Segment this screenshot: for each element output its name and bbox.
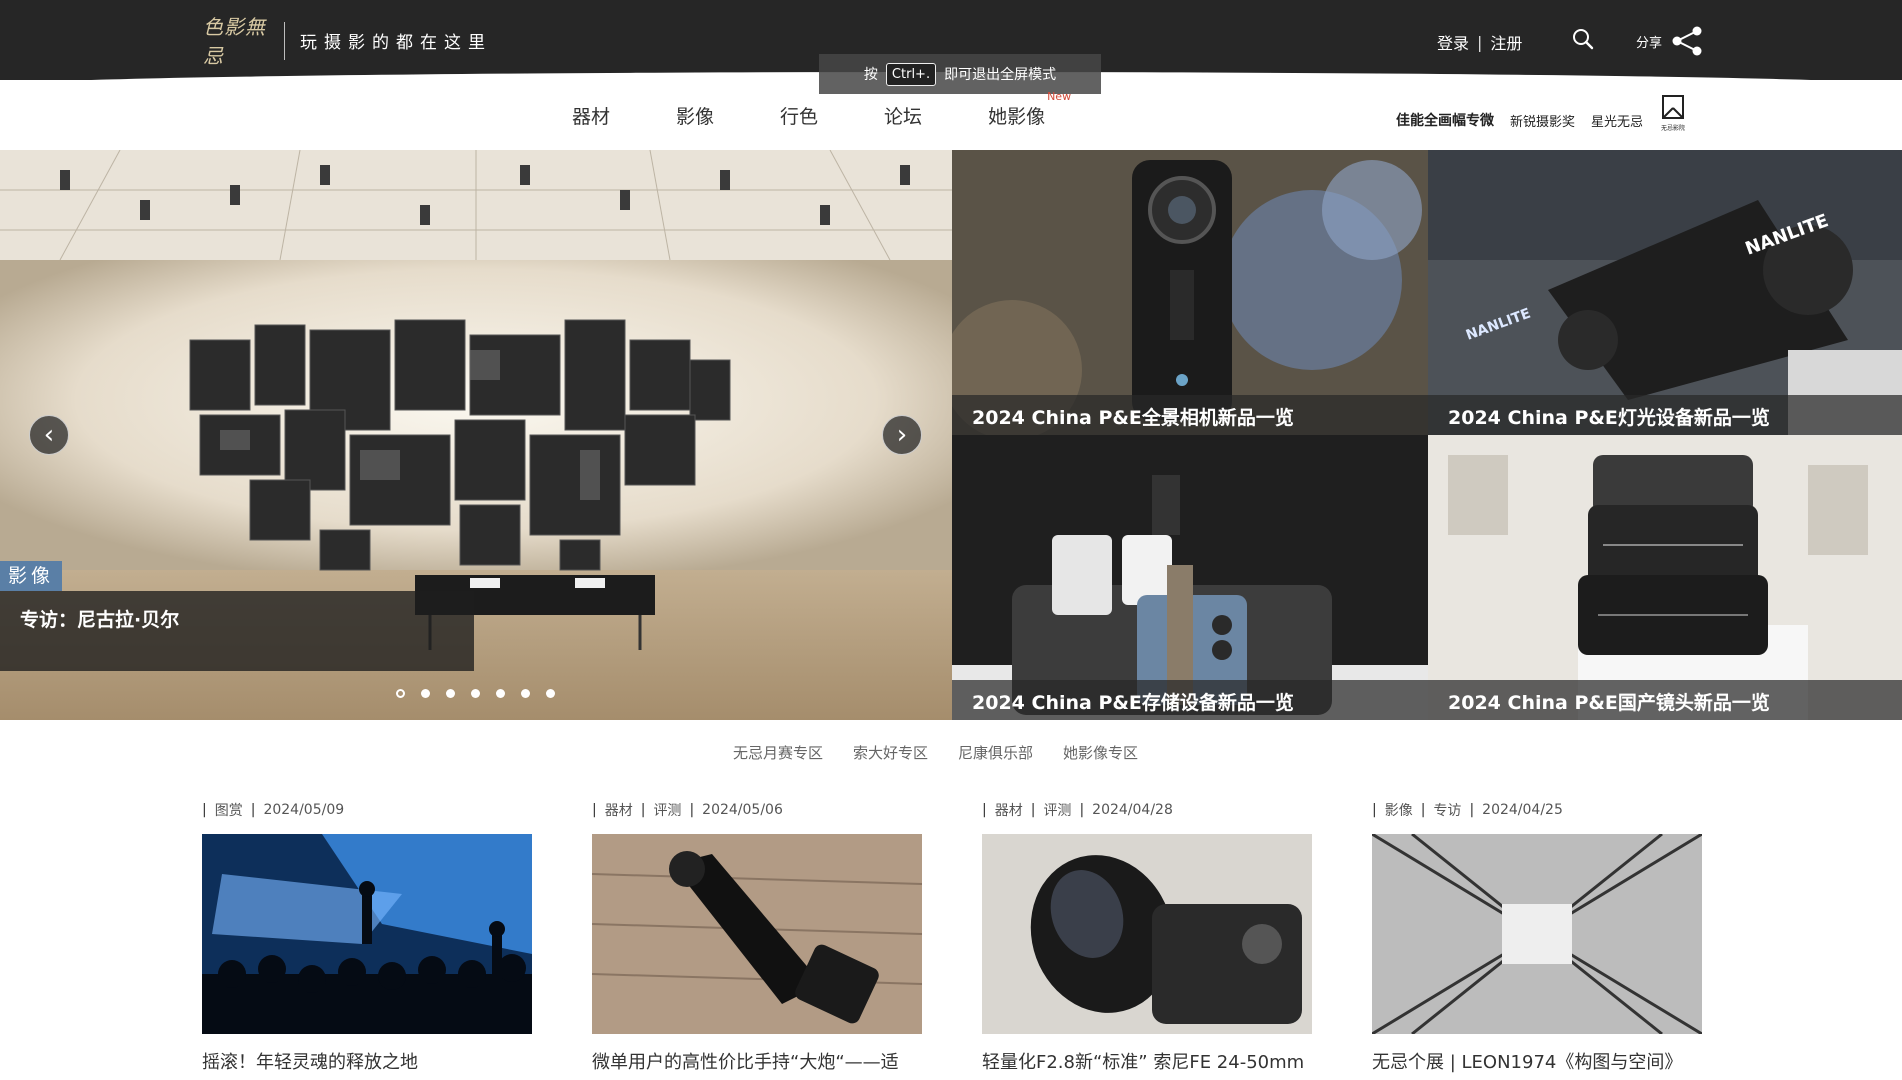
- tile-caption: 2024 China P&E存储设备新品一览: [952, 680, 1428, 720]
- article-tag[interactable]: 图赏: [215, 800, 243, 820]
- slider-dot[interactable]: [546, 689, 555, 698]
- article-date: 2024/04/28: [1092, 802, 1173, 818]
- partner-canon[interactable]: 佳能全画幅专微: [1396, 110, 1494, 130]
- article-title[interactable]: 轻量化F2.8新“标准” 索尼FE 24-50mm: [982, 1048, 1312, 1074]
- slider-dot[interactable]: [521, 689, 530, 698]
- chevron-left-icon: ‹: [43, 420, 55, 450]
- article-tag[interactable]: 影像: [1385, 800, 1413, 820]
- cinema-logo-text: 无忌影院: [1661, 124, 1685, 132]
- slider-dots: [396, 689, 555, 698]
- tile-image: [1428, 435, 1902, 720]
- fullscreen-tip-suffix: 即可退出全屏模式: [944, 67, 1057, 83]
- article-thumbnail[interactable]: [202, 834, 532, 1034]
- logo-divider: [284, 22, 285, 60]
- feature-tile-panorama-camera[interactable]: 2024 China P&E全景相机新品一览: [952, 150, 1428, 435]
- nav-item-her-imaging-label: 她影像: [988, 106, 1046, 128]
- article-tag[interactable]: 器材: [995, 800, 1023, 820]
- slider-dot[interactable]: [496, 689, 505, 698]
- slider-dot[interactable]: [446, 689, 455, 698]
- slider-dot[interactable]: [471, 689, 480, 698]
- account-links: 登录 | 注册: [1437, 30, 1522, 54]
- hero-category-tag[interactable]: 影像: [0, 561, 62, 591]
- tile-image: [952, 150, 1428, 435]
- fullscreen-tip-key: Ctrl+.: [885, 62, 937, 86]
- fullscreen-tip-prefix: 按: [863, 67, 878, 83]
- sublink-wuji-monthly[interactable]: 无忌月赛专区: [733, 742, 823, 763]
- article-tag[interactable]: 器材: [605, 800, 633, 820]
- tile-caption: 2024 China P&E灯光设备新品一览: [1428, 395, 1902, 435]
- register-link[interactable]: 注册: [1490, 30, 1522, 54]
- feature-tile-lighting[interactable]: NANLITE NANLITE 2024 China P&E灯光设备新品一览: [1428, 150, 1902, 435]
- article-meta: | 影像 | 专访 | 2024/04/25: [1372, 800, 1563, 820]
- sublink-nikon-club[interactable]: 尼康俱乐部: [958, 742, 1033, 763]
- sublink-her-imaging[interactable]: 她影像专区: [1063, 742, 1138, 763]
- tile-caption: 2024 China P&E国产镜头新品一览: [1428, 680, 1902, 720]
- article-meta: | 器材 | 评测 | 2024/04/28: [982, 800, 1173, 820]
- article-tag[interactable]: 评测: [1043, 800, 1071, 820]
- feature-tile-storage[interactable]: 2024 China P&E存储设备新品一览: [952, 435, 1428, 720]
- nav-item-forum[interactable]: 论坛: [884, 102, 922, 129]
- article-tag[interactable]: 专访: [1433, 800, 1461, 820]
- fullscreen-tip: 按 Ctrl+. 即可退出全屏模式: [819, 54, 1101, 94]
- feature-tile-lens[interactable]: 2024 China P&E国产镜头新品一览: [1428, 435, 1902, 720]
- article-date: 2024/05/09: [263, 802, 345, 818]
- cinema-logo-icon[interactable]: 无忌影院: [1659, 94, 1687, 134]
- new-badge: New: [1047, 90, 1072, 103]
- article-card[interactable]: | 器材 | 评测 | 2024/04/28 轻量化F2.8新“标准” 索尼FE…: [982, 800, 1312, 1074]
- nav-item-her-imaging[interactable]: 她影像 New: [988, 90, 1071, 129]
- hero-prev-button[interactable]: ‹: [29, 415, 69, 455]
- tile-caption: 2024 China P&E全景相机新品一览: [952, 395, 1428, 435]
- nav-item-equipment[interactable]: 器材: [572, 102, 610, 129]
- site-slogan: 玩摄影的都在这里: [300, 33, 492, 53]
- share-label: 分享: [1636, 35, 1663, 51]
- slider-dot[interactable]: [396, 689, 405, 698]
- account-separator: |: [1477, 32, 1483, 52]
- share-button[interactable]: 分享: [1636, 26, 1704, 56]
- article-tag[interactable]: 评测: [653, 800, 681, 820]
- partner-starlight[interactable]: 星光无忌: [1591, 111, 1643, 130]
- nav-item-travel[interactable]: 行色: [780, 102, 818, 129]
- article-card[interactable]: | 影像 | 专访 | 2024/04/25 无忌个展 | LEON1974《构…: [1372, 800, 1702, 1074]
- article-meta: | 器材 | 评测 | 2024/05/06: [592, 800, 783, 820]
- article-thumbnail[interactable]: [592, 834, 922, 1034]
- article-card[interactable]: | 器材 | 评测 | 2024/05/06 微单用户的高性价比手持“大炮“——…: [592, 800, 922, 1074]
- logo-text: 色影無忌: [203, 15, 266, 68]
- tile-image: NANLITE NANLITE: [1428, 150, 1902, 435]
- hero-next-button[interactable]: ›: [882, 415, 922, 455]
- chevron-right-icon: ›: [896, 420, 908, 450]
- slider-dot[interactable]: [421, 689, 430, 698]
- share-icon: [1672, 26, 1702, 56]
- article-card[interactable]: | 图赏 | 2024/05/09 摇滚！年轻灵魂的释放之地: [202, 800, 532, 1074]
- partner-links: 佳能全画幅专微 新锐摄影奖 星光无忌 无忌影院: [1396, 95, 1687, 134]
- search-icon[interactable]: [1572, 28, 1594, 50]
- article-thumbnail[interactable]: [1372, 834, 1702, 1034]
- article-thumbnail[interactable]: [982, 834, 1312, 1034]
- article-meta: | 图赏 | 2024/05/09: [202, 800, 345, 820]
- nav-item-imaging[interactable]: 影像: [676, 102, 714, 129]
- special-zone-links: 无忌月赛专区 索大好专区 尼康俱乐部 她影像专区: [733, 742, 1138, 763]
- article-title[interactable]: 摇滚！年轻灵魂的释放之地: [202, 1048, 532, 1074]
- article-date: 2024/04/25: [1482, 802, 1563, 818]
- site-logo[interactable]: 色影無忌: [203, 15, 271, 68]
- article-date: 2024/05/06: [702, 802, 783, 818]
- login-link[interactable]: 登录: [1437, 30, 1469, 54]
- sublink-sony-zone[interactable]: 索大好专区: [853, 742, 928, 763]
- article-title[interactable]: 微单用户的高性价比手持“大炮“——适: [592, 1048, 922, 1074]
- article-title[interactable]: 无忌个展 | LEON1974《构图与空间》: [1372, 1048, 1702, 1074]
- tile-image: [952, 435, 1428, 720]
- main-nav: 器材 影像 行色 论坛 她影像 New: [572, 90, 1111, 129]
- hero-caption[interactable]: 专访：尼古拉·贝尔: [0, 591, 474, 671]
- partner-new-photo-award[interactable]: 新锐摄影奖: [1510, 111, 1575, 130]
